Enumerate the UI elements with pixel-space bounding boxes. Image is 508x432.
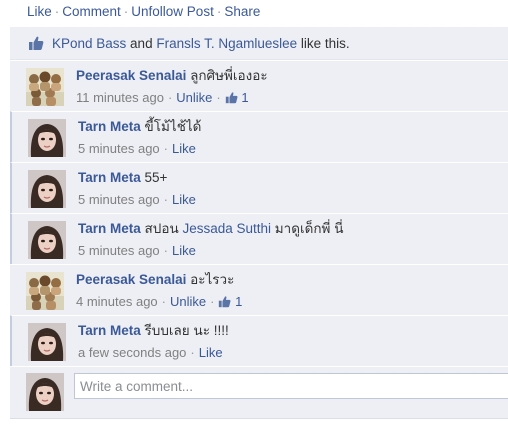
separator: · (54, 4, 60, 19)
comment-item: Tarn Meta รีบบเลย นะ !!!! a few seconds … (10, 315, 508, 367)
comment-composer (10, 366, 508, 419)
like-link[interactable]: Like (172, 141, 196, 156)
share-link[interactable]: Share (224, 4, 260, 19)
comment-text: อะไรวะ (190, 272, 235, 287)
unfollow-post-link[interactable]: Unfollow Post (131, 4, 214, 19)
comment-timestamp[interactable]: 5 minutes ago (78, 243, 160, 258)
avatar[interactable] (26, 272, 64, 310)
separator: · (163, 243, 169, 258)
separator: · (216, 4, 222, 19)
comment-text: สปอน Jessada Sutthi มาดูเด็กพี่ นี่ (144, 221, 344, 236)
separator: · (163, 192, 169, 207)
likes-and: and (126, 36, 157, 51)
like-link[interactable]: Like (27, 4, 52, 19)
separator: · (210, 294, 215, 309)
post-actions: Like · Comment · Unfollow Post · Share (27, 3, 260, 21)
comment-author[interactable]: Tarn Meta (78, 221, 141, 236)
comment-item: Tarn Meta ขี้โม้ไช้ได้ 5 minutes ago · Lik… (10, 111, 508, 163)
avatar[interactable] (26, 68, 64, 106)
comment-author[interactable]: Tarn Meta (78, 170, 141, 185)
separator: · (161, 294, 167, 309)
comment-text: รีบบเลย นะ !!!! (144, 323, 229, 338)
like-link[interactable]: Like (172, 192, 196, 207)
avatar (26, 373, 64, 411)
comment-item: Peerasak Senalai ลูกศิษพี่เองอะ 11 minut… (10, 60, 508, 112)
comment-like-count[interactable]: 1 (218, 294, 242, 309)
panel-bottom-border (10, 418, 508, 419)
separator: · (167, 90, 173, 105)
likes-summary: KPond Bass and Fransls T. Ngamlueslee li… (10, 27, 508, 60)
liker-kpond-bass[interactable]: KPond Bass (52, 36, 126, 51)
comment-text: ขี้โม้ไช้ได้ (144, 119, 202, 134)
separator: · (190, 345, 195, 360)
avatar[interactable] (28, 221, 66, 259)
comment-item: Tarn Meta สปอน Jessada Sutthi มาดูเด็กพี… (10, 213, 508, 265)
write-comment-input[interactable] (74, 373, 508, 399)
comment-like-count[interactable]: 1 (225, 90, 249, 105)
mention-link[interactable]: Jessada Sutthi (182, 221, 271, 236)
likes-suffix: like this. (297, 36, 350, 51)
separator: · (216, 90, 221, 105)
avatar[interactable] (28, 323, 66, 361)
comment-author[interactable]: Tarn Meta (78, 323, 141, 338)
comment-author[interactable]: Peerasak Senalai (76, 272, 186, 287)
separator: · (163, 141, 169, 156)
comment-timestamp[interactable]: 4 minutes ago (76, 294, 158, 309)
comment-text: ลูกศิษพี่เองอะ (190, 68, 268, 83)
avatar[interactable] (28, 170, 66, 208)
unlike-link[interactable]: Unlike (176, 90, 212, 105)
comment-text: 55+ (144, 170, 168, 185)
comment-link[interactable]: Comment (62, 4, 121, 19)
comment-timestamp[interactable]: 11 minutes ago (76, 90, 164, 105)
like-link[interactable]: Like (199, 345, 223, 360)
liker-fransls[interactable]: Fransls T. Ngamlueslee (156, 36, 297, 51)
comment-author[interactable]: Tarn Meta (78, 119, 141, 134)
thumbs-up-icon (225, 91, 238, 104)
thumbs-up-icon (218, 295, 231, 308)
comment-item: Tarn Meta 55+ 5 minutes ago · Like (10, 162, 508, 214)
avatar[interactable] (28, 119, 66, 157)
separator: · (123, 4, 129, 19)
like-link[interactable]: Like (172, 243, 196, 258)
unlike-link[interactable]: Unlike (170, 294, 206, 309)
comment-timestamp[interactable]: 5 minutes ago (78, 141, 160, 156)
likes-text: KPond Bass and Fransls T. Ngamlueslee li… (52, 35, 350, 52)
comment-timestamp[interactable]: a few seconds ago (78, 345, 186, 360)
comment-item: Peerasak Senalai อะไรวะ 4 minutes ago · Un… (10, 264, 508, 316)
thumbs-up-icon (28, 35, 44, 51)
comment-timestamp[interactable]: 5 minutes ago (78, 192, 160, 207)
comment-author[interactable]: Peerasak Senalai (76, 68, 186, 83)
